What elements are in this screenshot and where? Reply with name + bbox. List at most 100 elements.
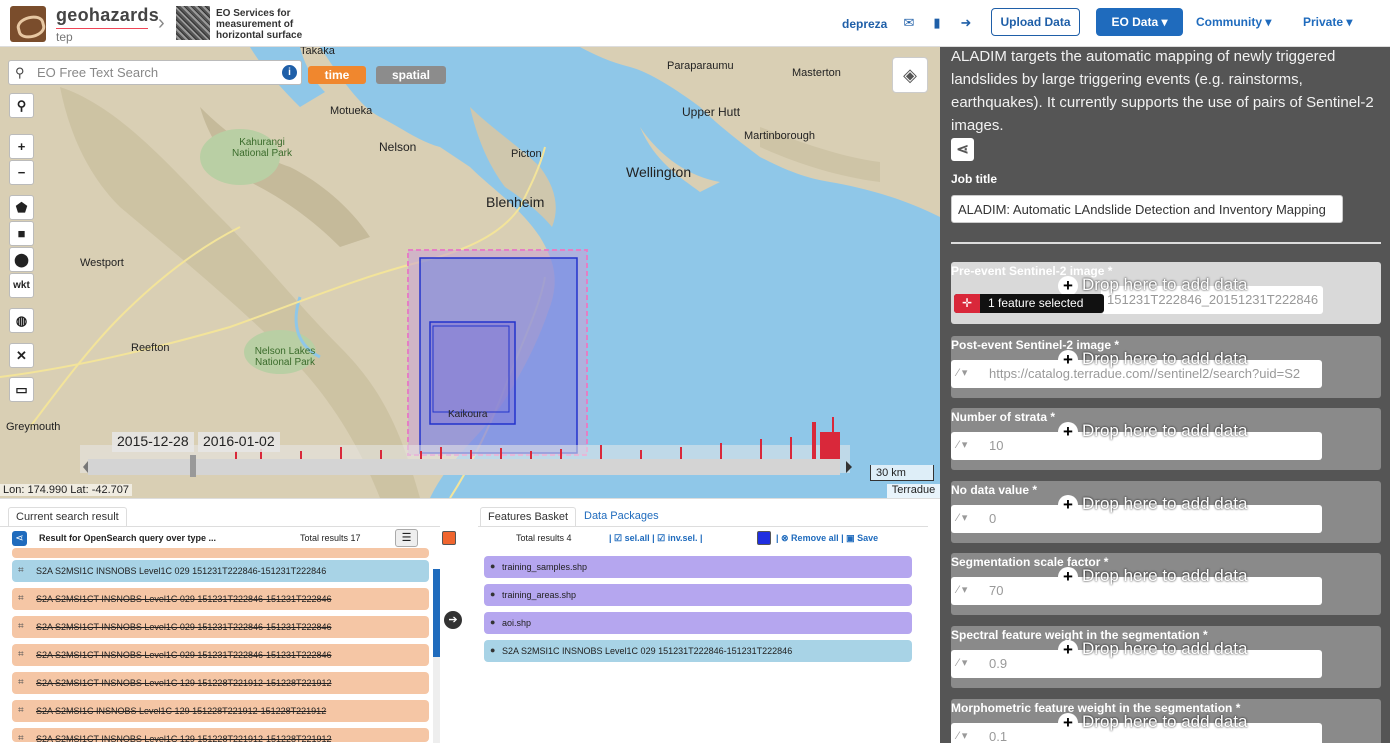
basket-item[interactable]: ● training_areas.shp (484, 584, 912, 606)
draw-point-icon[interactable]: ⬤ (9, 247, 34, 272)
share-icon[interactable]: ⋖ (12, 531, 27, 546)
drop-zone[interactable]: Drop here to add data (1058, 566, 1247, 586)
place-label: Greymouth (6, 421, 61, 433)
wkt-button[interactable]: wkt (9, 273, 34, 298)
basket-item[interactable]: ● S2A S2MSI1C INSNOBS Level1C 029 151231T… (484, 640, 912, 662)
drop-zone[interactable]: Drop here to add data (1058, 494, 1247, 514)
tab-divider (478, 526, 928, 527)
zoom-out-button[interactable]: − (9, 160, 34, 185)
spatial-filter-button[interactable]: spatial (376, 66, 446, 84)
magic-wand-icon[interactable]: ⁄ ▾ (957, 438, 967, 451)
book-icon[interactable]: ▮ (929, 15, 945, 31)
basket-item[interactable]: ● aoi.shp (484, 612, 912, 634)
globe-icon[interactable]: ◍ (9, 308, 34, 333)
feature-icon: ● (490, 617, 496, 627)
map-attribution[interactable]: Terradue (887, 484, 940, 498)
place-label: Upper Hutt (682, 105, 741, 119)
community-dropdown[interactable]: Community ▾ (1196, 15, 1271, 29)
sign-out-icon[interactable]: ➜ (958, 15, 974, 31)
parameter-value: 0.1 (989, 729, 1008, 743)
magic-wand-icon[interactable]: ⁄ ▾ (957, 583, 967, 596)
eo-data-dropdown[interactable]: EO Data ▾ (1096, 8, 1183, 36)
zoom-in-button[interactable]: + (9, 134, 34, 159)
drop-zone[interactable]: Drop here to add data (1058, 275, 1247, 295)
results-total: Total results 17 (300, 533, 361, 543)
share-icon[interactable]: ⋖ (951, 138, 974, 161)
cursor-coordinates: Lon: 174.990 Lat: -42.707 (0, 484, 132, 496)
drop-zone[interactable]: Drop here to add data (1058, 421, 1247, 441)
layers-icon[interactable]: ◈ (892, 57, 928, 93)
magic-wand-icon[interactable]: ⁄ ▾ (957, 656, 967, 669)
feature-icon: ● (490, 561, 496, 571)
user-link[interactable]: depreza (842, 17, 887, 31)
tab-current-search-result[interactable]: Current search result (8, 507, 127, 526)
service-panel: ALADIM targets the automatic mapping of … (940, 47, 1390, 743)
scrollbar-thumb[interactable] (433, 569, 440, 657)
magic-wand-icon[interactable]: ⁄ ▾ (957, 366, 967, 379)
fullscreen-icon[interactable]: ✕ (9, 343, 34, 368)
park-label: Nelson Lakes National Park (254, 346, 316, 368)
breadcrumb-service[interactable]: EO Services for measurement of horizonta… (216, 8, 326, 41)
parameter-label: Number of strata * (951, 410, 1056, 424)
envelope-icon[interactable]: ✉ (901, 15, 917, 31)
scale-bar: 30 km (870, 465, 934, 481)
draw-polygon-icon[interactable]: ⬟ (9, 195, 34, 220)
time-filter-button[interactable]: time (308, 66, 366, 84)
parameter-field: Segmentation scale factor * ⁄ ▾ 70 + Drop he… (951, 553, 1381, 615)
ruler-icon[interactable]: ▭ (9, 377, 34, 402)
timeline-start-date[interactable]: 2015-12-28 (112, 432, 194, 452)
footprint-icon: ⌗ (18, 733, 24, 742)
map-view[interactable]: ⚲ EO Free Text Search i time spatial ⚲ +… (0, 47, 940, 498)
tab-data-packages[interactable]: Data Packages (577, 507, 666, 526)
drop-zone[interactable]: Drop here to add data (1058, 712, 1247, 732)
crosshair-icon[interactable]: ✛ (954, 294, 980, 313)
list-item[interactable]: ⌗ S2A S2MSI1C INSNOBS Level1C 129 151228T… (12, 700, 429, 722)
job-title-input[interactable]: ALADIM: Automatic LAndslide Detection an… (951, 195, 1343, 223)
list-item[interactable]: ⌗ S2A S2MSI1CT INSNOBS Level1C 029 151231… (12, 644, 429, 666)
query-label: Result for OpenSearch query over type ..… (39, 533, 217, 543)
parameter-field: Number of strata * ⁄ ▾ 10 + Drop here to add… (951, 408, 1381, 470)
select-links[interactable]: | ☑ sel.all | ☑ inv.sel. | (609, 533, 703, 544)
eo-search-box[interactable]: ⚲ EO Free Text Search i (8, 60, 302, 85)
service-description: ALADIM targets the automatic mapping of … (951, 48, 1374, 134)
list-item[interactable]: ⌗ S2A S2MSI1CT INSNOBS Level1C 029 151231… (12, 616, 429, 638)
drop-zone[interactable]: Drop here to add data (1058, 639, 1247, 659)
list-item[interactable]: ⌗ S2A S2MSI1C INSNOBS Level1C 029 151231T… (12, 560, 429, 582)
search-tool-icon[interactable]: ⚲ (9, 93, 34, 118)
place-label: Motueka (330, 105, 373, 117)
drop-zone-text: Drop here to add data (1082, 349, 1248, 368)
magic-wand-icon[interactable]: ⁄ ▾ (957, 729, 967, 742)
parameter-value: 0.9 (989, 656, 1008, 671)
parameter-field: Spectral feature weight in the segmentat… (951, 626, 1381, 688)
place-label: Takaka (300, 47, 335, 57)
list-item[interactable]: ⌗ S2A S2MSI1CT INSNOBS Level1C 129 151228… (12, 672, 429, 694)
list-item[interactable]: ⌗ S2A S2MSI1CT INSNOBS Level1C 029 151231… (12, 588, 429, 610)
map-canvas[interactable] (0, 47, 940, 498)
search-input[interactable]: EO Free Text Search (37, 65, 158, 80)
tab-features-basket[interactable]: Features Basket (480, 507, 577, 526)
place-label: Westport (80, 257, 124, 269)
footprint-icon: ⌗ (18, 649, 24, 660)
basket-item[interactable]: ● training_samples.shp (484, 556, 912, 578)
geohazards-logo[interactable] (10, 6, 46, 42)
divider (951, 242, 1381, 244)
basket-color-swatch[interactable] (757, 531, 771, 545)
drop-zone[interactable]: Drop here to add data (1058, 349, 1247, 369)
draw-rectangle-icon[interactable]: ■ (9, 221, 34, 246)
results-menu-button[interactable]: ☰ (395, 529, 418, 547)
app: geohazards tep › EO Services for measure… (0, 0, 1390, 743)
result-color-swatch[interactable] (442, 531, 456, 545)
upload-data-button[interactable]: Upload Data (991, 8, 1080, 36)
basket-item-label: aoi.shp (502, 618, 532, 628)
private-dropdown[interactable]: Private ▾ (1303, 15, 1352, 29)
move-to-basket-icon[interactable]: ➔ (444, 611, 462, 629)
parameter-value: 70 (989, 583, 1004, 598)
brand-title[interactable]: geohazards (56, 5, 159, 26)
info-icon[interactable]: i (282, 65, 297, 80)
list-item[interactable] (12, 548, 429, 558)
feature-selected-badge[interactable]: ✛ 1 feature selected (954, 294, 1104, 313)
timeline-end-date[interactable]: 2016-01-02 (198, 432, 280, 452)
remove-save-links[interactable]: | ⊗ Remove all | ▣ Save (776, 533, 878, 544)
list-item[interactable]: ⌗ S2A S2MSI1CT INSNOBS Level1C 129 151228… (12, 728, 429, 742)
magic-wand-icon[interactable]: ⁄ ▾ (957, 511, 967, 524)
